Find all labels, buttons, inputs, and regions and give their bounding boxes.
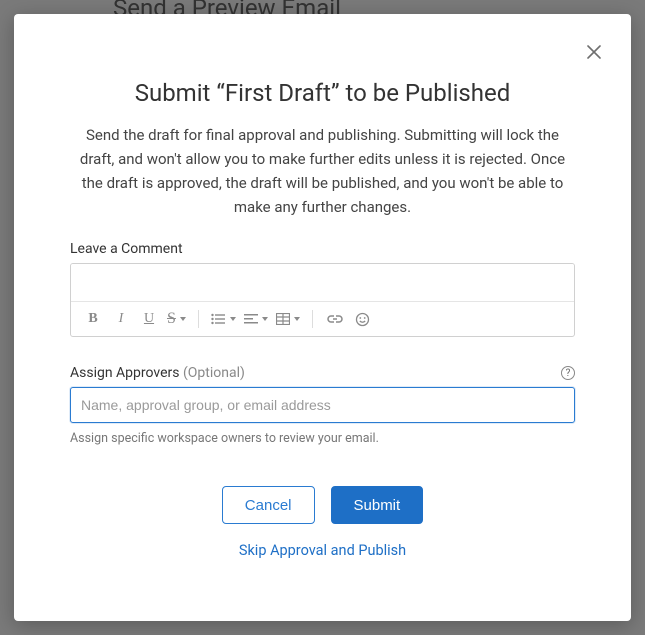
toolbar-separator <box>198 310 199 328</box>
link-icon[interactable] <box>323 307 347 331</box>
skip-approval-link[interactable]: Skip Approval and Publish <box>70 542 575 559</box>
comment-textarea[interactable] <box>71 264 574 301</box>
modal-backdrop: Send a Preview Email Submit “First Draft… <box>0 0 645 635</box>
modal-description: Send the draft for final approval and pu… <box>14 123 631 219</box>
approvers-input[interactable] <box>70 387 575 423</box>
modal-title: Submit “First Draft” to be Published <box>14 79 631 107</box>
toolbar-separator <box>312 310 313 328</box>
approvers-helper-text: Assign specific workspace owners to revi… <box>70 431 575 446</box>
table-icon[interactable] <box>274 313 302 325</box>
close-icon[interactable] <box>587 42 601 64</box>
strikethrough-icon[interactable]: S <box>165 310 188 328</box>
cancel-button[interactable]: Cancel <box>222 486 315 524</box>
approvers-label: Assign Approvers <box>70 365 179 381</box>
comment-editor[interactable]: B I U S <box>70 263 575 337</box>
bold-icon[interactable]: B <box>81 307 105 331</box>
submit-button[interactable]: Submit <box>331 486 424 524</box>
help-icon[interactable]: ? <box>561 366 575 380</box>
submit-draft-modal: Submit “First Draft” to be Published Sen… <box>14 14 631 621</box>
editor-toolbar: B I U S <box>71 301 574 336</box>
approvers-optional: (Optional) <box>183 365 245 381</box>
comment-label: Leave a Comment <box>70 241 575 257</box>
emoji-icon[interactable] <box>351 307 375 331</box>
align-icon[interactable] <box>242 313 270 325</box>
underline-icon[interactable]: U <box>137 307 161 331</box>
italic-icon[interactable]: I <box>109 307 133 331</box>
list-icon[interactable] <box>209 313 238 325</box>
